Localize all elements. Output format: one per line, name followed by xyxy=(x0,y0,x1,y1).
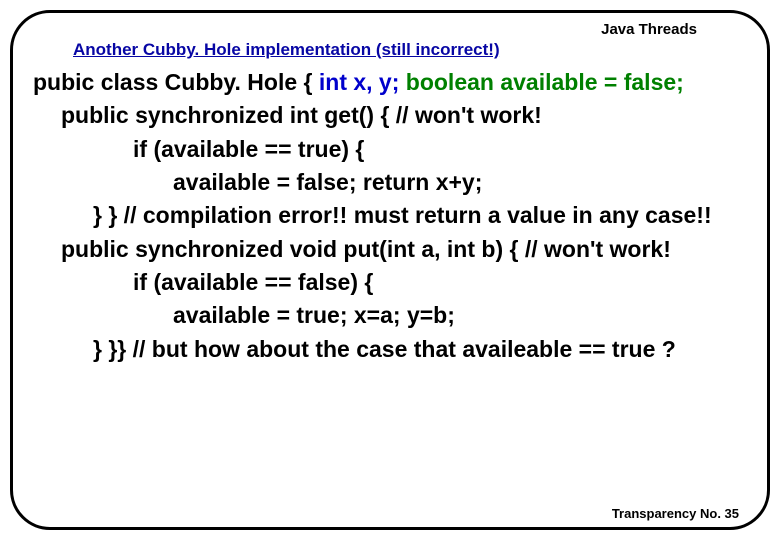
code-line: if (available == false) { xyxy=(33,266,747,299)
code-line: available = false; return x+y; xyxy=(33,166,747,199)
code-text: pubic class Cubby. Hole { xyxy=(33,69,319,95)
footer-text: Transparency No. 35 xyxy=(612,506,739,521)
header-title: Java Threads xyxy=(601,21,697,38)
slide-header: Java Threads xyxy=(33,21,747,38)
code-line: public synchronized void put(int a, int … xyxy=(33,233,747,266)
slide-frame: Java Threads Another Cubby. Hole impleme… xyxy=(10,10,770,530)
slide-subtitle: Another Cubby. Hole implementation (stil… xyxy=(73,40,747,60)
code-line: available = true; x=a; y=b; xyxy=(33,299,747,332)
code-line: pubic class Cubby. Hole { int x, y; bool… xyxy=(33,66,747,99)
code-body: pubic class Cubby. Hole { int x, y; bool… xyxy=(33,66,747,366)
code-line: public synchronized int get() { // won't… xyxy=(33,99,747,132)
code-line: if (available == true) { xyxy=(33,133,747,166)
code-text: boolean available = false; xyxy=(406,69,684,95)
code-line: } } // compilation error!! must return a… xyxy=(33,199,747,232)
slide-footer: Transparency No. 35 xyxy=(612,506,739,521)
code-text: int x, y; xyxy=(319,69,406,95)
code-line: } }} // but how about the case that avai… xyxy=(33,333,747,366)
